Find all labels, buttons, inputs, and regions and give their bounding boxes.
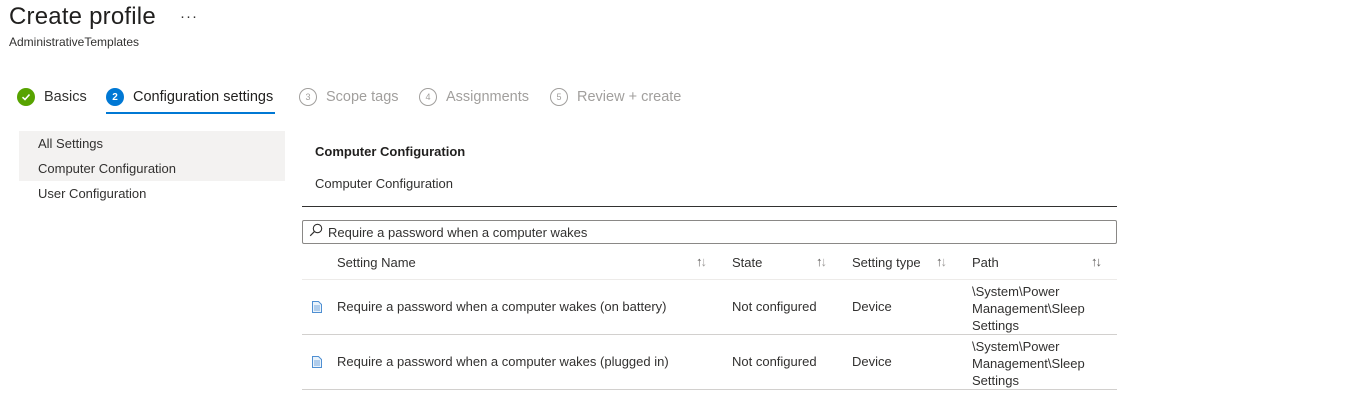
document-icon <box>312 356 322 371</box>
state-cell: Not configured <box>732 354 817 369</box>
step-label: Configuration settings <box>133 89 274 105</box>
more-icon[interactable]: ··· <box>180 8 198 25</box>
setting-name-cell[interactable]: Require a password when a computer wakes… <box>337 354 669 369</box>
setting-type-cell: Device <box>852 354 892 369</box>
step-basics[interactable]: Basics <box>17 85 87 109</box>
setting-type-cell: Device <box>852 299 892 314</box>
table-row[interactable]: Require a password when a computer wakes… <box>302 280 1117 335</box>
search-icon <box>303 223 328 242</box>
document-icon <box>312 301 322 316</box>
step-number-badge: 5 <box>550 88 568 106</box>
column-header-setting-type[interactable]: Setting type <box>852 255 921 270</box>
setting-name-cell[interactable]: Require a password when a computer wakes… <box>337 299 667 314</box>
step-review-create[interactable]: 5 Review + create <box>550 85 681 109</box>
settings-category-nav: All Settings Computer Configuration User… <box>19 131 285 206</box>
nav-item-user-configuration[interactable]: User Configuration <box>19 181 285 206</box>
section-title: Computer Configuration <box>315 144 466 159</box>
nav-item-all-settings[interactable]: All Settings <box>19 131 285 156</box>
table-header: Setting Name ↑↓ State ↑↓ Setting type ↑↓… <box>302 249 1117 280</box>
column-header-path[interactable]: Path <box>972 255 999 270</box>
sort-icon[interactable]: ↑↓ <box>1091 254 1102 269</box>
checkmark-icon <box>17 88 35 106</box>
nav-item-computer-configuration[interactable]: Computer Configuration <box>19 156 285 181</box>
table-row[interactable]: Require a password when a computer wakes… <box>302 335 1117 390</box>
step-assignments[interactable]: 4 Assignments <box>419 85 529 109</box>
step-number-badge: 4 <box>419 88 437 106</box>
step-configuration-settings[interactable]: 2 Configuration settings <box>106 85 273 109</box>
state-cell: Not configured <box>732 299 817 314</box>
settings-table: Setting Name ↑↓ State ↑↓ Setting type ↑↓… <box>302 249 1117 390</box>
step-label: Assignments <box>446 89 530 105</box>
column-header-setting-name[interactable]: Setting Name <box>337 255 416 270</box>
step-number-badge: 3 <box>299 88 317 106</box>
step-number-badge: 2 <box>106 88 124 106</box>
step-label: Scope tags <box>326 89 399 105</box>
search-input[interactable] <box>328 224 1088 240</box>
step-label: Basics <box>44 89 87 105</box>
current-step-underline <box>106 112 275 114</box>
section-subtitle: Computer Configuration <box>315 176 454 191</box>
sort-icon[interactable]: ↑↓ <box>816 254 827 269</box>
path-cell: \System\Power Management\Sleep Settings <box>972 284 1085 333</box>
page-subtitle: AdministrativeTemplates <box>9 35 140 49</box>
search-box[interactable] <box>302 220 1117 244</box>
step-label: Review + create <box>577 89 682 105</box>
sort-icon[interactable]: ↑↓ <box>696 254 707 269</box>
column-header-state[interactable]: State <box>732 255 762 270</box>
step-scope-tags[interactable]: 3 Scope tags <box>299 85 399 109</box>
divider <box>302 206 1117 207</box>
sort-icon[interactable]: ↑↓ <box>936 254 947 269</box>
path-cell: \System\Power Management\Sleep Settings <box>972 339 1085 388</box>
page-title: Create profile <box>9 3 156 30</box>
